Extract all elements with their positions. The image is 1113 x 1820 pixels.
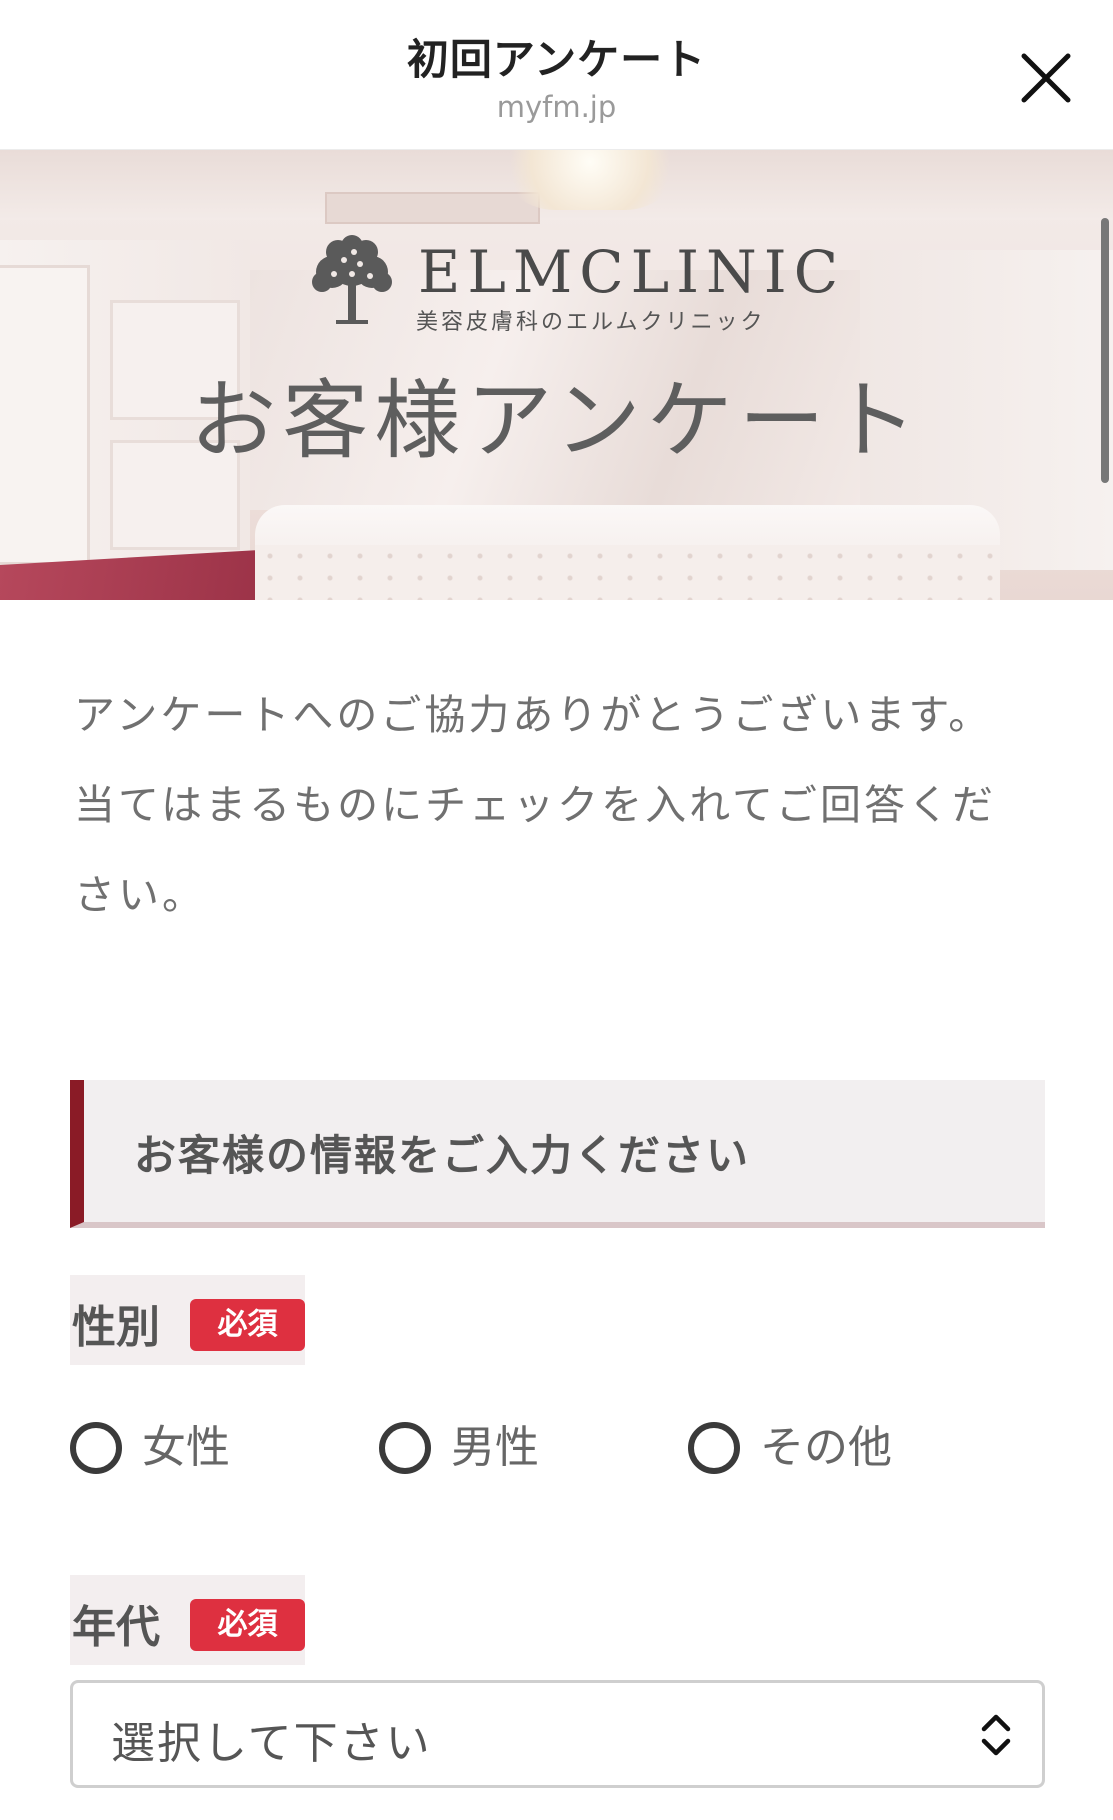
brand-subtitle: 美容皮膚科のエルムクリニック — [416, 310, 766, 335]
hero-chandelier — [495, 150, 685, 210]
page-title: 初回アンケート — [406, 35, 707, 84]
age-select-value: 選択して下さい — [111, 1718, 432, 1769]
required-badge: 必須 — [190, 1299, 305, 1351]
age-select[interactable]: 選択して下さい — [70, 1680, 1045, 1788]
hero-banner: ELMCLINIC 美容皮膚科のエルムクリニック お客様アンケート — [0, 150, 1113, 600]
clinic-logo: ELMCLINIC 美容皮膚科のエルムクリニック — [308, 234, 838, 335]
intro-line: アンケートへのご協力ありがとうございます。 — [74, 691, 993, 739]
intro-line: 当てはまるものにチェックを入れてご回答ください。 — [74, 781, 996, 919]
radio-circle[interactable] — [379, 1422, 431, 1474]
section-header: お客様の情報をご入力ください — [70, 1080, 1045, 1228]
required-badge: 必須 — [190, 1599, 305, 1651]
radio-label: 男性 — [451, 1422, 539, 1473]
gender-label-text: 性別 — [72, 1302, 160, 1353]
tree-icon — [312, 235, 392, 324]
scrollbar[interactable] — [1101, 218, 1109, 483]
page-domain: myfm.jp — [496, 90, 617, 124]
hero-counter-front — [255, 545, 1000, 600]
radio-label: その他 — [760, 1422, 892, 1473]
age-label-text: 年代 — [72, 1602, 160, 1653]
chevron-up-down-icon — [981, 1714, 1011, 1756]
radio-label: 女性 — [142, 1422, 230, 1473]
close-button[interactable] — [1018, 50, 1074, 106]
intro-text: アンケートへのご協力ありがとうございます。 当てはまるものにチェックを入れてご回… — [74, 670, 1034, 940]
brand-name: ELMCLINIC — [418, 238, 846, 306]
close-icon — [1021, 53, 1071, 103]
age-label: 年代 必須 — [70, 1575, 305, 1665]
radio-circle[interactable] — [688, 1422, 740, 1474]
hero-title: お客様アンケート — [190, 371, 923, 471]
section-title: お客様の情報をご入力ください — [134, 1131, 751, 1180]
gender-label: 性別 必須 — [70, 1275, 305, 1365]
radio-circle[interactable] — [70, 1422, 122, 1474]
top-bar: 初回アンケート myfm.jp — [0, 0, 1113, 150]
hero-vent — [325, 192, 540, 224]
